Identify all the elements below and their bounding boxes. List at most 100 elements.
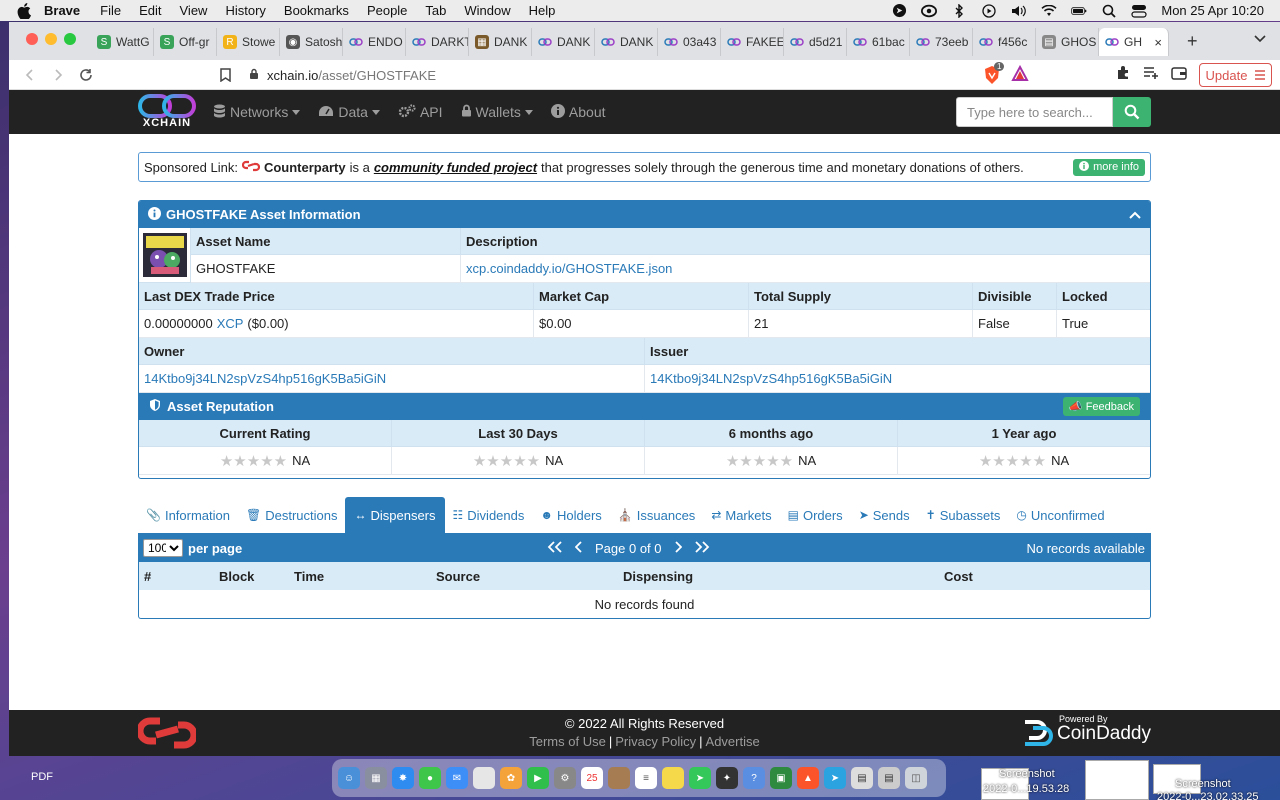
column-dispensing[interactable]: Dispensing: [623, 569, 693, 584]
tab-dividends[interactable]: ☷ Dividends: [445, 497, 533, 533]
xcp-link[interactable]: XCP: [217, 316, 244, 331]
safari-icon[interactable]: ✸: [392, 767, 414, 789]
close-tab-icon[interactable]: ×: [1154, 35, 1162, 50]
reading-list-icon[interactable]: [1143, 66, 1159, 83]
vpn-icon[interactable]: ▣: [770, 767, 792, 789]
menu-view[interactable]: View: [180, 3, 208, 18]
preview-icon[interactable]: ▤: [851, 767, 873, 789]
menu-bookmarks[interactable]: Bookmarks: [284, 3, 349, 18]
brave-shields-icon[interactable]: 1: [983, 62, 1005, 88]
browser-tab[interactable]: ENDO: [343, 28, 406, 56]
reminders-icon[interactable]: ≡: [635, 767, 657, 789]
search-input[interactable]: Type here to search...: [956, 97, 1113, 127]
app-icon[interactable]: ✦: [716, 767, 738, 789]
browser-tab[interactable]: S WattG: [91, 28, 154, 56]
issuer-address-link[interactable]: 14Ktbo9j34LN2spVzS4hp516gK5Ba5iGiN: [650, 371, 892, 386]
downloads-icon[interactable]: ▤: [878, 767, 900, 789]
column-cost[interactable]: Cost: [944, 569, 973, 584]
browser-tab[interactable]: S Off-gr: [154, 28, 217, 56]
coindaddy-logo[interactable]: Powered By CoinDaddy: [1019, 714, 1151, 748]
column-time[interactable]: Time: [294, 569, 324, 584]
contacts-icon[interactable]: [608, 767, 630, 789]
spotlight-search-icon[interactable]: [1101, 4, 1117, 18]
browser-tab[interactable]: 61bac: [847, 28, 910, 56]
new-tab-icon[interactable]: +: [1187, 31, 1198, 52]
feedback-button[interactable]: 📣 Feedback: [1062, 397, 1140, 416]
wifi-icon[interactable]: [1041, 4, 1057, 18]
trash-bin-icon[interactable]: ◫: [905, 767, 927, 789]
browser-tab[interactable]: 03a43: [658, 28, 721, 56]
control-center-icon[interactable]: [1131, 4, 1147, 18]
menu-history[interactable]: History: [225, 3, 265, 18]
browser-tab[interactable]: DARKT: [406, 28, 469, 56]
browser-tab[interactable]: ▦ DANK: [469, 28, 532, 56]
browser-tab[interactable]: 73eeb: [910, 28, 973, 56]
address-bar[interactable]: xchain.io/asset/GHOSTFAKE: [249, 64, 989, 86]
menu-help[interactable]: Help: [529, 3, 556, 18]
browser-tab[interactable]: ▤ GHOS: [1036, 28, 1099, 56]
browser-tab[interactable]: R Stowe: [217, 28, 280, 56]
messages-icon[interactable]: ●: [419, 767, 441, 789]
per-page-select[interactable]: 100: [143, 539, 183, 557]
bookmark-icon[interactable]: [214, 64, 236, 86]
back-icon[interactable]: [19, 64, 41, 86]
navigation-icon[interactable]: [891, 3, 907, 18]
browser-tab[interactable]: FAKEE: [721, 28, 784, 56]
telegram-icon[interactable]: ➤: [824, 767, 846, 789]
asset-thumbnail[interactable]: [139, 228, 191, 283]
menu-window[interactable]: Window: [464, 3, 510, 18]
browser-tab[interactable]: DANK: [532, 28, 595, 56]
calendar-icon[interactable]: 25: [581, 767, 603, 789]
creative-cloud-icon[interactable]: [921, 4, 938, 18]
screenshot-thumbnail-2[interactable]: [1085, 760, 1149, 800]
more-info-button[interactable]: more info: [1073, 158, 1145, 176]
tab-sends[interactable]: ➤ Sends: [851, 497, 918, 533]
tab-information[interactable]: 📎 Information: [138, 497, 238, 533]
menu-tab[interactable]: Tab: [425, 3, 446, 18]
browser-tab[interactable]: ◉ Satosh: [280, 28, 343, 56]
search-button[interactable]: [1113, 97, 1151, 127]
minimize-window-button[interactable]: [45, 33, 57, 45]
wallet-icon[interactable]: [1171, 66, 1187, 83]
menu-edit[interactable]: Edit: [139, 3, 161, 18]
browser-tab[interactable]: d5d21: [784, 28, 847, 56]
column-number[interactable]: #: [144, 569, 151, 584]
nav-about[interactable]: About: [550, 103, 606, 121]
tab-destructions[interactable]: 🗑 Destructions: [238, 497, 345, 533]
maps-icon[interactable]: [473, 767, 495, 789]
bluetooth-icon[interactable]: [951, 3, 967, 18]
browser-tab[interactable]: GH ×: [1099, 28, 1169, 56]
forward-icon[interactable]: [47, 64, 69, 86]
nav-networks[interactable]: Networks: [213, 104, 301, 121]
volume-icon[interactable]: [1011, 4, 1027, 18]
battery-icon[interactable]: [1071, 4, 1087, 18]
tab-dispensers[interactable]: ↔ Dispensers: [345, 497, 445, 533]
advertise-link[interactable]: Advertise: [706, 734, 760, 749]
system-preferences-icon[interactable]: ⚙: [554, 767, 576, 789]
tab-orders[interactable]: ▤ Orders: [780, 497, 851, 533]
extensions-puzzle-icon[interactable]: [1115, 65, 1131, 84]
help-icon[interactable]: ?: [743, 767, 765, 789]
notes-icon[interactable]: [662, 767, 684, 789]
close-window-button[interactable]: [26, 33, 38, 45]
tab-unconfirmed[interactable]: ◷ Unconfirmed: [1008, 497, 1112, 533]
menu-clock[interactable]: Mon 25 Apr 10:20: [1161, 3, 1264, 18]
column-block[interactable]: Block: [219, 569, 254, 584]
reload-icon[interactable]: [75, 64, 97, 86]
facetime-icon[interactable]: ▶: [527, 767, 549, 789]
nav-wallets[interactable]: Wallets: [461, 104, 533, 120]
menu-file[interactable]: File: [100, 3, 121, 18]
zoom-window-button[interactable]: [64, 33, 76, 45]
photos-icon[interactable]: ✿: [500, 767, 522, 789]
collapse-chevron-icon[interactable]: [1129, 208, 1141, 222]
nav-data[interactable]: Data: [318, 104, 380, 120]
terms-link[interactable]: Terms of Use: [529, 734, 606, 749]
xchain-logo[interactable]: XCHAIN: [137, 93, 197, 133]
tab-holders[interactable]: ☻ Holders: [532, 497, 609, 533]
tab-issuances[interactable]: ⛪ Issuances: [610, 497, 704, 533]
brave-rewards-icon[interactable]: [1011, 64, 1029, 88]
last-page-icon[interactable]: [694, 540, 710, 556]
tab-subassets[interactable]: ✝ Subassets: [918, 497, 1009, 533]
previous-page-icon[interactable]: [574, 540, 583, 556]
finder-icon[interactable]: ☺: [338, 767, 360, 789]
